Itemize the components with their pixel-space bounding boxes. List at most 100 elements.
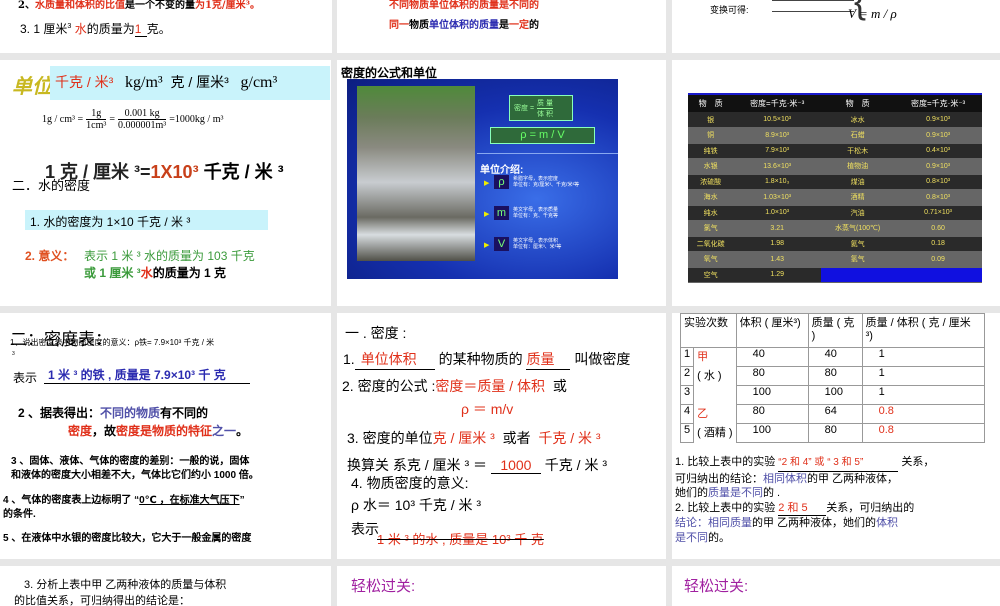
t: 单位体积的质量 bbox=[429, 20, 499, 31]
t: 的 . bbox=[763, 487, 781, 499]
table-row: 浓硫酸 1.8×10₃ 煤油 0.8×10³ bbox=[688, 174, 982, 190]
table-row: 空气 1.29 bbox=[688, 267, 982, 283]
t: “2 和 4” 或 “ 3 和 5” bbox=[778, 456, 899, 472]
slide-thumbnail-1[interactable]: 2、水质量和体积的比值是一个不变的量为1克/厘米³。 3. 1 厘米3 水的质量… bbox=[0, 0, 332, 53]
t: 4 、气体的密度表上边标明了 “0℃ ，在标准大气压下” bbox=[3, 491, 245, 506]
t: 3. 1 厘米 bbox=[20, 22, 68, 36]
slide-thumbnail-12[interactable]: 轻松过关: bbox=[672, 566, 1000, 606]
slide-thumbnail-9[interactable]: 实验次数 体积 ( 厘米³) 质量 ( 克 ) 质量 / 体积 ( 克 / 厘米 ³)… bbox=[672, 313, 1000, 559]
units-line: 千克 / 米³ kg/m³ 克 / 厘米³ g/cm³ bbox=[55, 72, 277, 92]
table-row: 4 乙 80 64 0.8 bbox=[679, 404, 986, 424]
table-cell: 0.60 bbox=[894, 220, 982, 237]
col-header: 物 质 bbox=[821, 95, 895, 112]
t: g/cm³ bbox=[240, 74, 278, 91]
symbol-formula: ρ = m / V bbox=[490, 127, 595, 144]
t: 或 bbox=[552, 378, 567, 394]
table-cell: 水蒸气(100℃) bbox=[821, 220, 895, 237]
table-cell: 石蜡 bbox=[821, 127, 895, 144]
t: 叫做密度 bbox=[574, 351, 631, 367]
t: 和液体的密度大小相差不大，气体比它们约小 1000 倍。 bbox=[11, 470, 259, 481]
unit-desc: 英文字母，表示体积 单位有：厘米³、米³等 bbox=[513, 238, 561, 250]
slide-thumbnail-7[interactable]: 二：密度表： 1、说出密度表中物质密度的意义：ρ铁= 7.9×10³ 千克 / … bbox=[0, 313, 331, 559]
col-header: 质量 ( 克 ) bbox=[807, 313, 863, 348]
questions: 1. 比较上表中的实验 “2 和 4” 或 “ 3 和 5” 关系， 可归纳出的结… bbox=[675, 455, 997, 545]
slide-thumbnail-8[interactable]: 一 . 密度 : 1. 单位体积 的某种物质的 质量 叫做密度 2. 密度的公式 … bbox=[337, 313, 666, 559]
t: 1. 比较上表中的实验 bbox=[675, 456, 776, 468]
t: 同一 bbox=[389, 20, 409, 31]
unit-desc: 希腊字母，表示密度 单位有：克/厘米³、千克/米³等 bbox=[513, 176, 579, 188]
t: 千克 / 米 ³ bbox=[544, 457, 608, 473]
t: 一定 bbox=[509, 20, 529, 31]
t: 2、 bbox=[18, 0, 35, 11]
slide-thumbnail-2[interactable]: 不同物质单位体积的质量是不同的 同一物质单位体积的质量是一定的 bbox=[337, 0, 666, 53]
q2: 2. 比较上表中的实验 2 和 5 关系，可归纳出的 结论：相同质量的甲 乙两种液体… bbox=[675, 501, 997, 546]
unit-symbol: ρ bbox=[494, 175, 509, 189]
table-cell: 13.6×10³ bbox=[733, 158, 822, 175]
table-cell: 100 bbox=[735, 423, 809, 443]
meaning-label: 2. 意义： bbox=[25, 249, 75, 263]
col-header: 体积 ( 厘米³) bbox=[735, 313, 809, 348]
table-row: 银 10.5×10³ 冰水 0.9×10³ bbox=[688, 112, 982, 128]
slide-thumbnail-3[interactable]: 变换可得: { V = m / ρ bbox=[672, 0, 1000, 53]
table-row: 3 100 100 1 bbox=[679, 385, 986, 405]
t: 的比值关系，可归纳得出的结论是： bbox=[14, 595, 190, 606]
col-header: 质量 / 体积 ( 克 / 厘米 ³) bbox=[861, 313, 986, 348]
t: =1000kg / m³ bbox=[169, 114, 224, 125]
t: 是 bbox=[499, 20, 509, 31]
t: 0.001 kg bbox=[118, 108, 167, 120]
t: 克 / 厘米³ bbox=[170, 74, 229, 90]
table-cell: 冰水 bbox=[821, 112, 895, 128]
table-cell: 乙 bbox=[693, 404, 737, 424]
experiment-table: 实验次数 体积 ( 厘米³) 质量 ( 克 ) 质量 / 体积 ( 克 / 厘米 ³)… bbox=[679, 313, 986, 443]
t: ρ 水＝ 10³ 千克 / 米 ³ bbox=[351, 497, 482, 513]
t: 0.000001m³ bbox=[118, 120, 167, 131]
table-cell: ( 水 ) bbox=[693, 366, 737, 386]
slide1-line3: 3. 1 厘米3 水的质量为1 克。 bbox=[20, 20, 171, 37]
t: 1g bbox=[86, 108, 107, 120]
table-cell: 0.9×10³ bbox=[894, 158, 982, 175]
water-density-item: 1. 水的密度为 1×10 千克 / 米 ³ bbox=[30, 215, 191, 229]
slide-thumbnail-5[interactable]: 密度的公式和单位 密度 = 质 量体 积 ρ = m / V 单位介绍: ▶ ρ … bbox=[337, 60, 666, 306]
slide-thumbnail-11[interactable]: 轻松过关: bbox=[337, 566, 666, 606]
t: 2. 比较上表中的实验 bbox=[675, 501, 776, 514]
t: 1. bbox=[343, 351, 355, 367]
slide8-title: 一 . 密度 : bbox=[345, 325, 407, 341]
unit-symbol: V bbox=[494, 237, 509, 251]
t: 千克 / 米 ³ bbox=[538, 430, 601, 446]
conversion-formula: 1g / cm³ = 1g 1cm³ = 0.001 kg 0.000001m³ =… bbox=[42, 108, 224, 131]
t: 之一 bbox=[212, 424, 237, 438]
t: 3. 分析上表中甲 乙两种液体的质量与体积 bbox=[24, 579, 227, 591]
table-cell: 干松木 bbox=[821, 143, 895, 159]
table-cell: 3.21 bbox=[733, 220, 822, 237]
col-header: 实验次数 bbox=[680, 313, 737, 348]
t: 或者 bbox=[502, 430, 531, 446]
t: 质量 bbox=[526, 349, 571, 370]
t: 的。 bbox=[708, 531, 730, 544]
slide3-formula: V = m / ρ bbox=[848, 6, 897, 21]
waterfall-image bbox=[357, 86, 475, 261]
t: 的条件. bbox=[3, 509, 36, 520]
t: 5 、在液体中水银的密度比较大，它大于一般金属的密度 bbox=[3, 533, 252, 544]
t: 单位有：克、千克等 bbox=[513, 213, 559, 219]
slide-thumbnail-10[interactable]: 3. 分析上表中甲 乙两种液体的质量与体积 的比值关系，可归纳得出的结论是： bbox=[0, 566, 331, 606]
table-cell: 0.8 bbox=[861, 404, 986, 424]
slide3-label: 变换可得: bbox=[710, 5, 749, 15]
unit-symbol: m bbox=[494, 206, 509, 220]
t: 克。 bbox=[146, 22, 171, 36]
t: 1、说出密度表中物质密度的意义：ρ铁= 7.9×10³ 千克 / 米 bbox=[10, 338, 215, 347]
slide12-title: 轻松过关: bbox=[684, 578, 749, 595]
t: ρ ＝ m/v bbox=[461, 401, 514, 417]
table-cell bbox=[693, 385, 737, 405]
slide-thumbnail-6[interactable]: 物 质密度=千克·米⁻³ 物 质密度=千克·米⁻³ 银 10.5×10³ 冰水 0.9×… bbox=[672, 60, 1000, 306]
t: 表示 bbox=[351, 521, 379, 537]
slide-thumbnail-4[interactable]: 单位: 千克 / 米³ kg/m³ 克 / 厘米³ g/cm³ 1g / cm³… bbox=[0, 60, 331, 306]
t: 可归纳出的结论： bbox=[675, 472, 763, 485]
q1: 1. 比较上表中的实验 “2 和 4” 或 “ 3 和 5” 关系， 可归纳出的结… bbox=[675, 455, 997, 501]
table-cell bbox=[821, 267, 895, 283]
t: 千克 / 米³ bbox=[55, 74, 114, 90]
t: 不同的物质 bbox=[100, 406, 161, 420]
table-row: 纯水 1.0×10³ 汽油 0.71×10³ bbox=[688, 205, 982, 221]
t: 1cm³ bbox=[86, 120, 107, 131]
slide2-line1: 不同物质单位体积的质量是不同的 bbox=[389, 0, 539, 11]
table-cell: 0.8 bbox=[861, 423, 986, 443]
